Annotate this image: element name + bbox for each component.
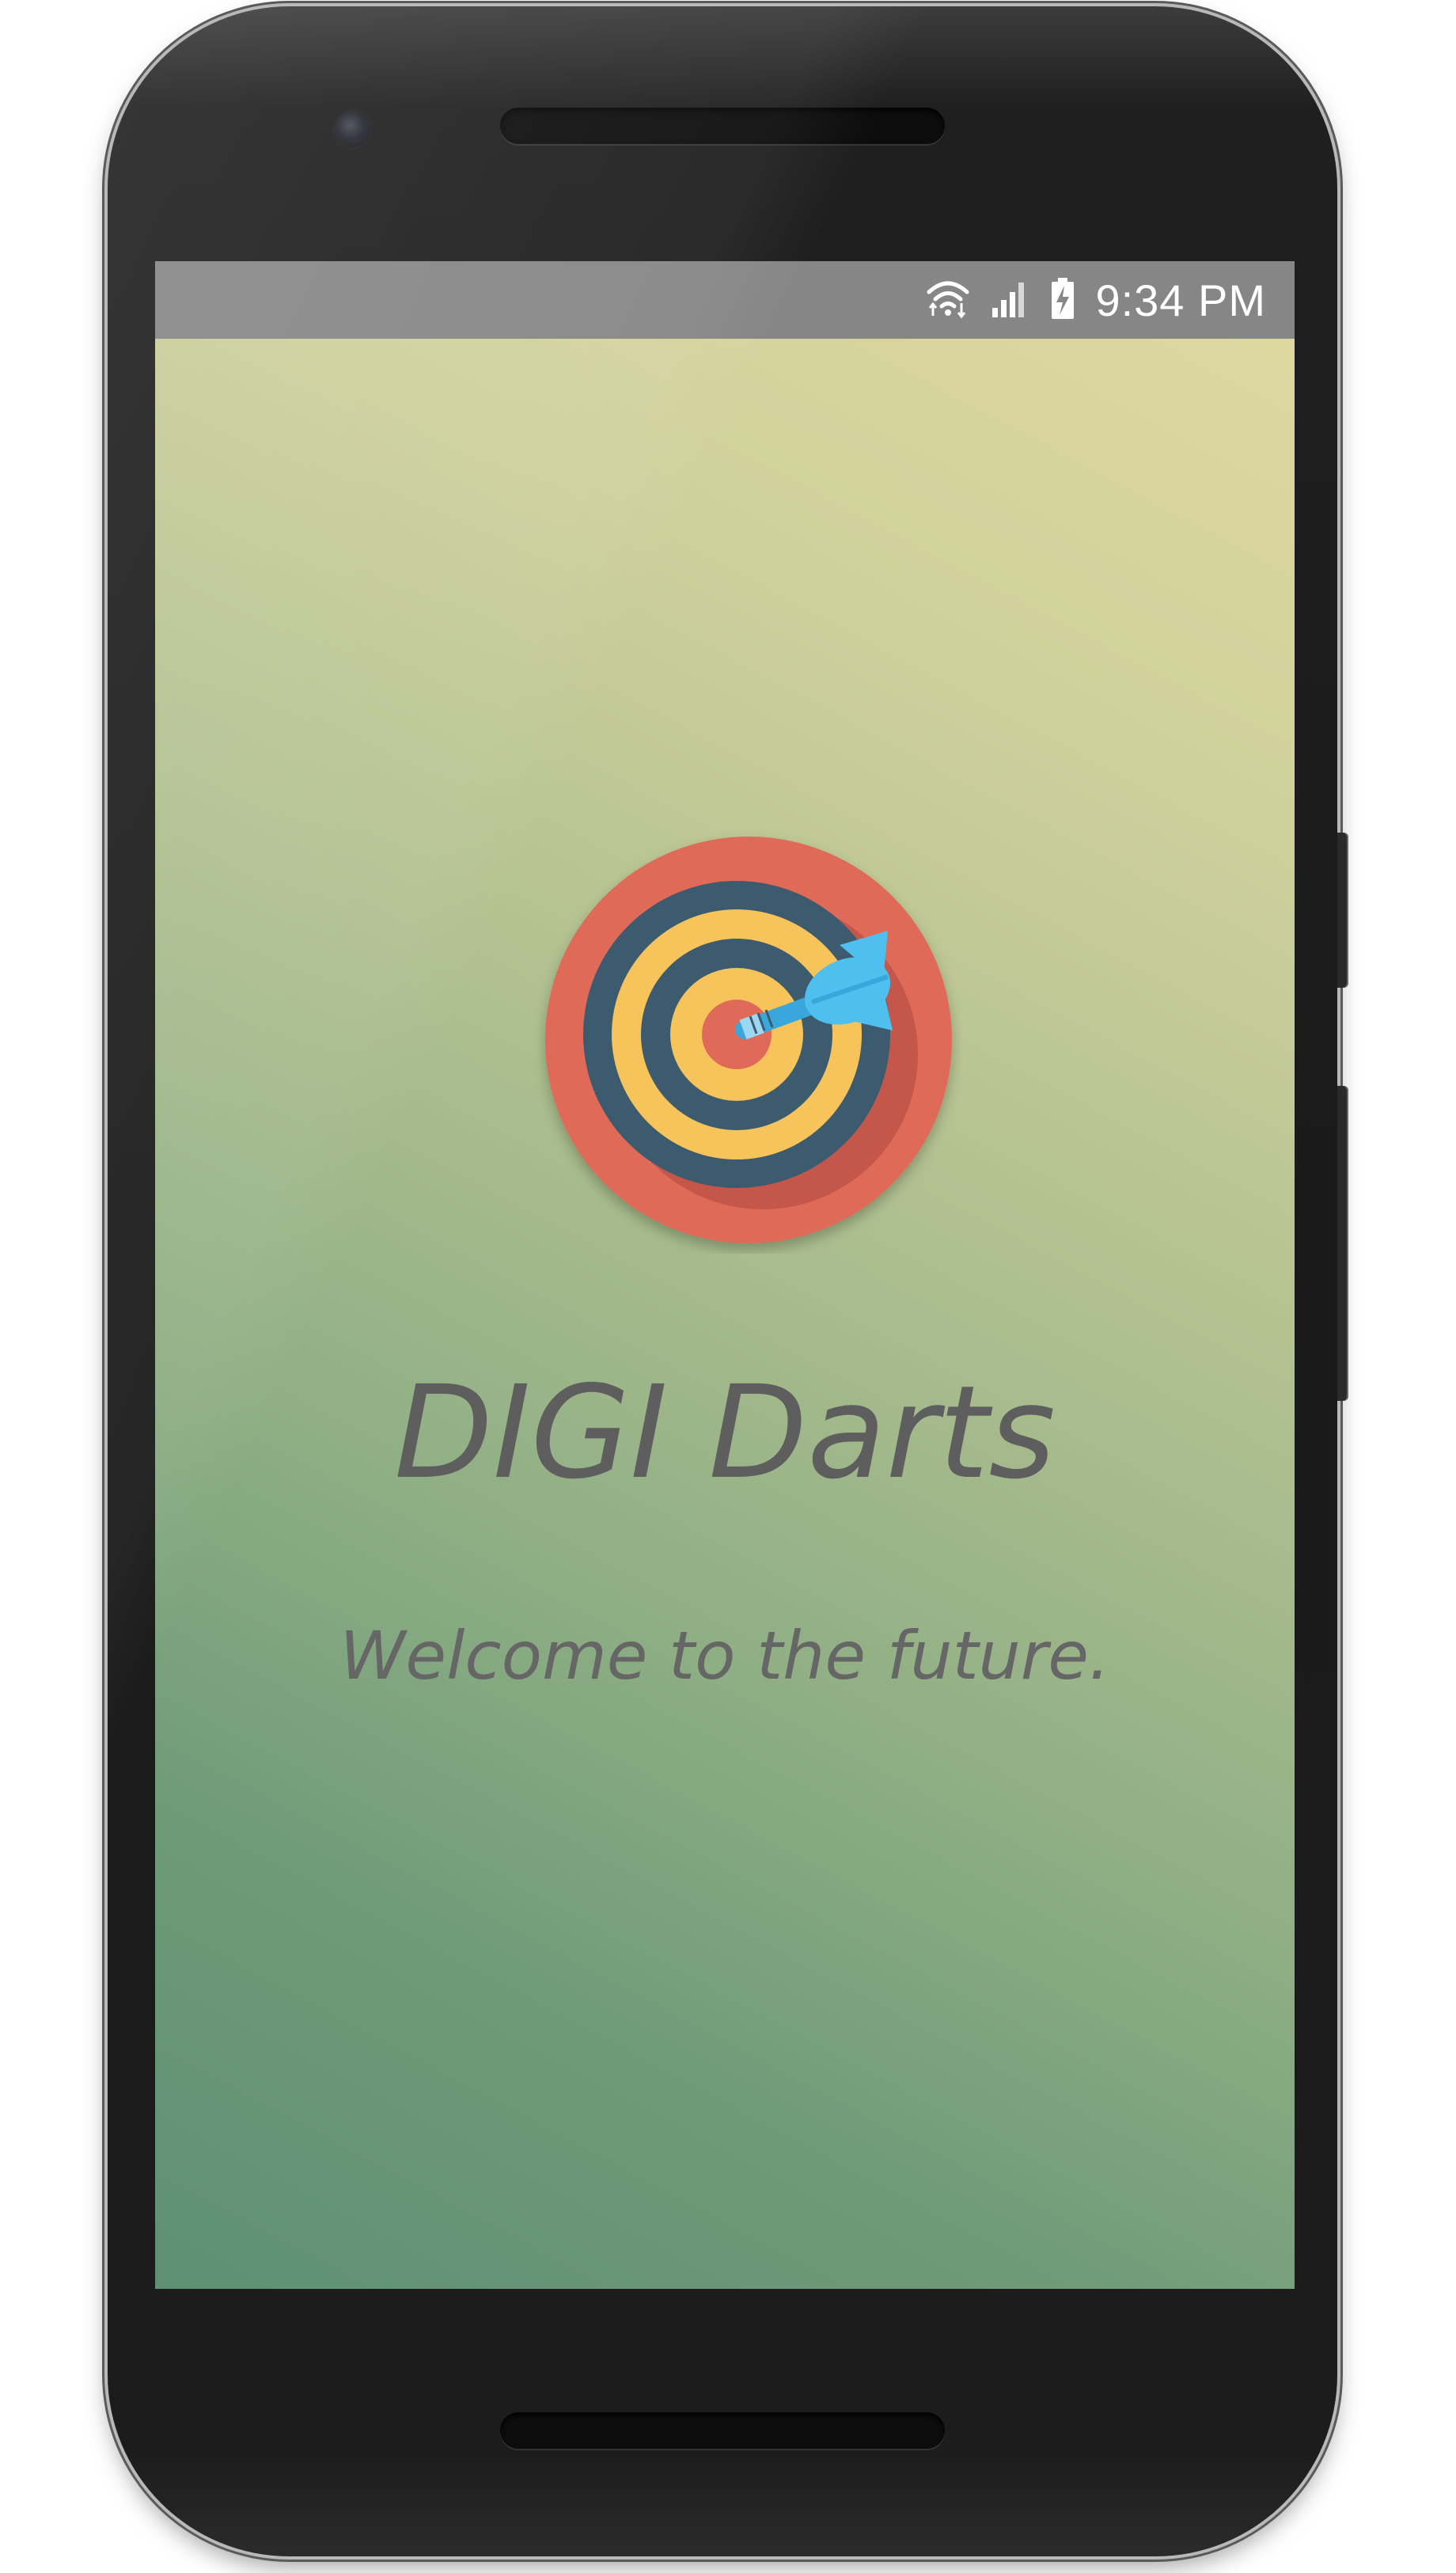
app-screen: 9:34 PM DIGI Darts Welcome to the future…: [155, 261, 1295, 2289]
front-camera: [334, 111, 370, 147]
top-speaker: [500, 108, 945, 144]
status-bar: 9:34 PM: [155, 261, 1295, 339]
bottom-speaker: [500, 2412, 945, 2449]
status-time: 9:34 PM: [1095, 275, 1266, 325]
dartboard-with-dart-icon: [535, 826, 962, 1254]
power-button[interactable]: [1337, 833, 1348, 988]
app-title: DIGI Darts: [394, 1359, 1056, 1508]
app-tagline: Welcome to the future.: [339, 1617, 1110, 1694]
battery-charging-icon: [1049, 276, 1076, 324]
signal-icon: [989, 278, 1030, 322]
wifi-icon: [926, 276, 970, 324]
volume-button[interactable]: [1337, 1086, 1348, 1401]
phone-frame: 9:34 PM DIGI Darts Welcome to the future…: [108, 6, 1337, 2556]
